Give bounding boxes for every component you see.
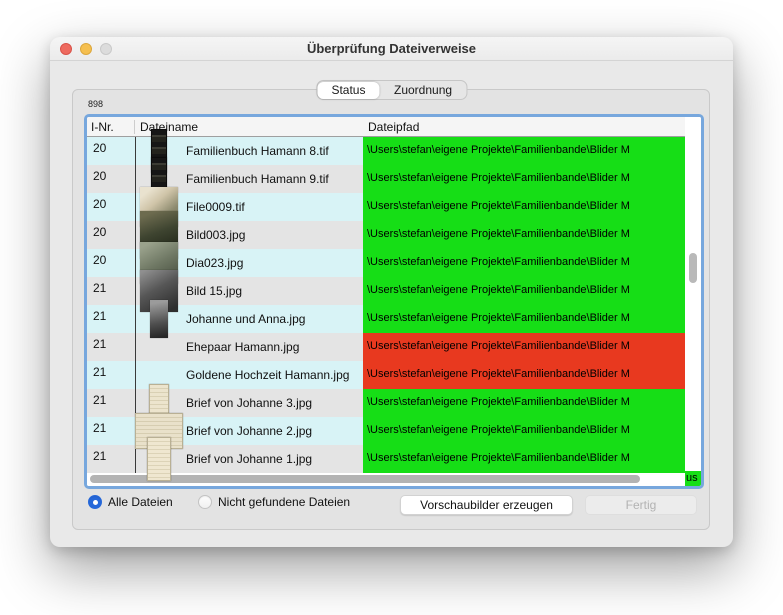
- file-label: Dia023.jpg: [186, 256, 243, 270]
- cell-filename: Bild 15.jpg: [135, 277, 363, 305]
- cell-path: \Users\stefan\eigene Projekte\Familienba…: [363, 389, 685, 417]
- cell-filename: Brief von Johanne 1.jpg: [135, 445, 363, 473]
- table-row[interactable]: 21 Brief von Johanne 2.jpg \Users\stefan…: [87, 417, 701, 445]
- table-body: 20 Familienbuch Hamann 8.tif \Users\stef…: [87, 137, 701, 473]
- cell-path: \Users\stefan\eigene Projekte\Familienba…: [363, 137, 685, 165]
- file-label: Bild 15.jpg: [186, 284, 242, 298]
- scroll-corner-cell: us: [685, 471, 701, 486]
- cell-inr: 21: [87, 389, 135, 417]
- cell-path: \Users\stefan\eigene Projekte\Familienba…: [363, 445, 685, 473]
- generate-previews-button[interactable]: Vorschaubilder erzeugen: [400, 495, 573, 515]
- cell-path: \Users\stefan\eigene Projekte\Familienba…: [363, 277, 685, 305]
- file-label: Familienbuch Hamann 8.tif: [186, 144, 329, 158]
- cell-inr: 21: [87, 333, 135, 361]
- cell-inr: 20: [87, 249, 135, 277]
- file-table: I-Nr. Dateiname Dateipfad 20 Familienbuc…: [84, 114, 704, 489]
- file-label: Familienbuch Hamann 9.tif: [186, 172, 329, 186]
- file-label: File0009.tif: [186, 200, 245, 214]
- window-title: Überprüfung Dateiverweise: [50, 41, 733, 56]
- cell-path: \Users\stefan\eigene Projekte\Familienba…: [363, 221, 685, 249]
- radio-unselected-icon[interactable]: [198, 495, 212, 509]
- file-label: Brief von Johanne 2.jpg: [186, 424, 312, 438]
- table-row[interactable]: 21 Johanne und Anna.jpg \Users\stefan\ei…: [87, 305, 701, 333]
- footer-controls: Alle Dateien Nicht gefundene Dateien Vor…: [50, 495, 733, 519]
- record-count: 898: [88, 99, 103, 109]
- cell-inr: 20: [87, 137, 135, 165]
- tab-status[interactable]: Status: [317, 82, 379, 99]
- cell-inr: 21: [87, 277, 135, 305]
- column-header-path[interactable]: Dateipfad: [363, 120, 685, 134]
- radio-missing-files-label: Nicht gefundene Dateien: [218, 495, 350, 509]
- radio-missing-files[interactable]: Nicht gefundene Dateien: [198, 495, 350, 509]
- cell-inr: 20: [87, 193, 135, 221]
- cell-path: \Users\stefan\eigene Projekte\Familienba…: [363, 361, 685, 389]
- file-label: Brief von Johanne 1.jpg: [186, 452, 312, 466]
- column-header-inr[interactable]: I-Nr.: [87, 120, 135, 134]
- done-button[interactable]: Fertig: [585, 495, 697, 515]
- horizontal-scrollbar-thumb[interactable]: [90, 475, 640, 483]
- radio-all-files[interactable]: Alle Dateien: [88, 495, 173, 509]
- cell-inr: 21: [87, 445, 135, 473]
- radio-selected-icon[interactable]: [88, 495, 102, 509]
- cell-inr: 20: [87, 165, 135, 193]
- radio-all-files-label: Alle Dateien: [108, 495, 173, 509]
- horizontal-scrollbar-track[interactable]: [87, 473, 701, 486]
- cell-path: \Users\stefan\eigene Projekte\Familienba…: [363, 249, 685, 277]
- cell-inr: 21: [87, 417, 135, 445]
- table-row[interactable]: 21 Ehepaar Hamann.jpg \Users\stefan\eige…: [87, 333, 701, 361]
- title-bar[interactable]: Überprüfung Dateiverweise: [50, 37, 733, 61]
- tab-zuordnung[interactable]: Zuordnung: [380, 81, 466, 99]
- tab-bar: Status Zuordnung: [316, 80, 467, 100]
- file-label: Ehepaar Hamann.jpg: [186, 340, 299, 354]
- vertical-scrollbar-track[interactable]: [685, 117, 701, 486]
- thumbnail: [150, 300, 168, 338]
- cell-path: \Users\stefan\eigene Projekte\Familienba…: [363, 305, 685, 333]
- cell-inr: 20: [87, 221, 135, 249]
- file-label: Bild003.jpg: [186, 228, 245, 242]
- cell-path: \Users\stefan\eigene Projekte\Familienba…: [363, 165, 685, 193]
- cell-path: \Users\stefan\eigene Projekte\Familienba…: [363, 333, 685, 361]
- file-label: Goldene Hochzeit Hamann.jpg: [186, 368, 349, 382]
- cell-filename: Ehepaar Hamann.jpg: [135, 333, 363, 361]
- cell-inr: 21: [87, 361, 135, 389]
- desktop-background: Überprüfung Dateiverweise Status Zuordnu…: [0, 0, 783, 615]
- cell-path: \Users\stefan\eigene Projekte\Familienba…: [363, 193, 685, 221]
- thumbnail: [147, 437, 171, 481]
- cell-inr: 21: [87, 305, 135, 333]
- cell-path: \Users\stefan\eigene Projekte\Familienba…: [363, 417, 685, 445]
- app-window: Überprüfung Dateiverweise Status Zuordnu…: [50, 37, 733, 547]
- table-row[interactable]: 21 Brief von Johanne 1.jpg \Users\stefan…: [87, 445, 701, 473]
- vertical-scrollbar-thumb[interactable]: [689, 253, 697, 283]
- file-label: Brief von Johanne 3.jpg: [186, 396, 312, 410]
- file-label: Johanne und Anna.jpg: [186, 312, 305, 326]
